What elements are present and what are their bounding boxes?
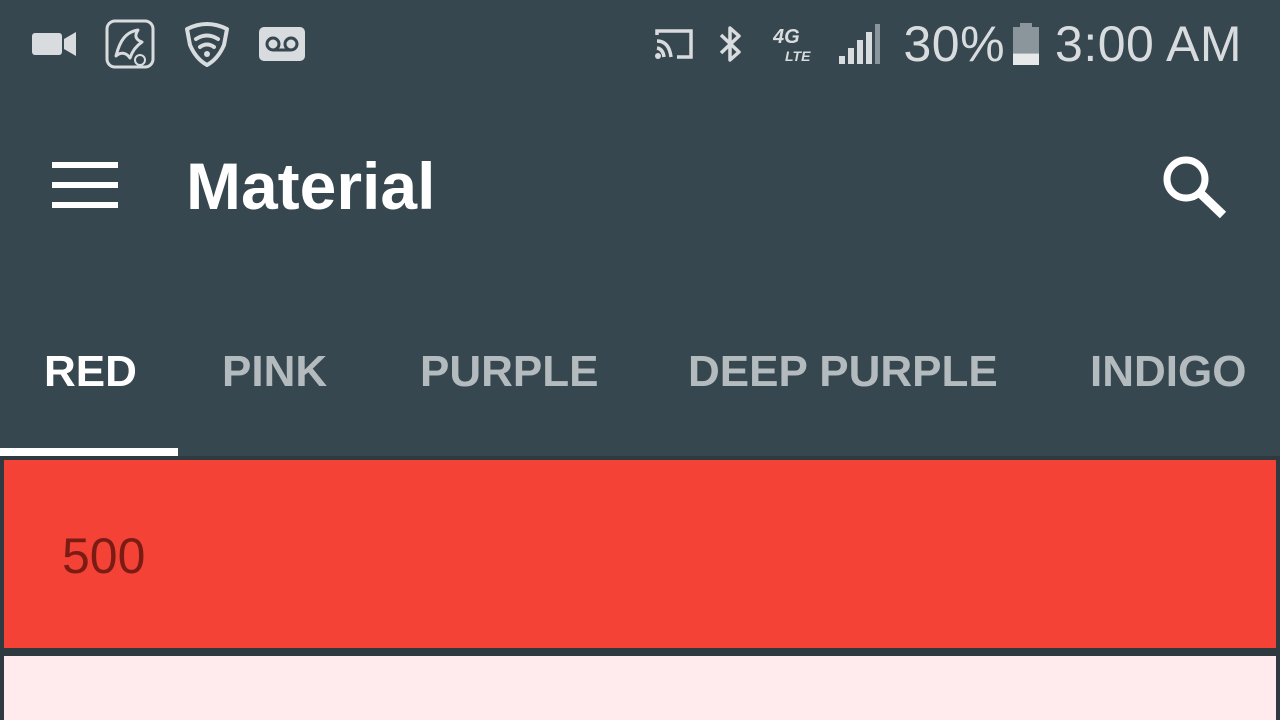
tab-red[interactable]: RED [44,330,137,414]
tab-pink[interactable]: PINK [222,330,327,414]
hamburger-menu-icon[interactable] [52,162,118,208]
color-swatch-list: 500 [0,456,1280,720]
clock: 3:00 AM [1055,16,1242,72]
swatch-label: 500 [62,528,146,584]
battery-fill [1013,53,1040,65]
network-subtype-text: LTE [785,48,811,64]
tab-indicator [0,448,178,456]
voicemail-icon [258,26,306,62]
tab-indigo[interactable]: INDIGO [1090,330,1246,414]
swatch-red-500[interactable]: 500 [4,460,1276,648]
signal-icon [837,22,881,66]
wifi-shield-icon [182,19,232,69]
app-title: Material [186,149,436,223]
tab-deep-purple[interactable]: DEEP PURPLE [688,330,998,414]
network-type-text: 4G [773,26,800,48]
stylized-app-icon [104,18,156,70]
app-screen: 4G LTE 30% 3:00 AM Material RED PINK PUR… [0,0,1280,720]
tab-purple[interactable]: PURPLE [420,330,598,414]
swatch-red-50[interactable] [4,656,1276,720]
video-camera-icon [30,29,78,59]
status-bar-left [30,16,306,72]
4g-lte-icon: 4G LTE [773,23,817,65]
app-bar: Material [0,92,1280,282]
bluetooth-icon [717,24,745,64]
search-icon[interactable] [1160,154,1228,220]
battery-icon [1011,22,1041,66]
status-bar-right: 4G LTE 30% 3:00 AM [653,16,1242,72]
cast-icon [653,27,695,61]
tab-bar: RED PINK PURPLE DEEP PURPLE INDIGO [0,330,1280,456]
battery-percent: 30% [903,16,1006,72]
status-bar: 4G LTE 30% 3:00 AM [0,0,1280,92]
